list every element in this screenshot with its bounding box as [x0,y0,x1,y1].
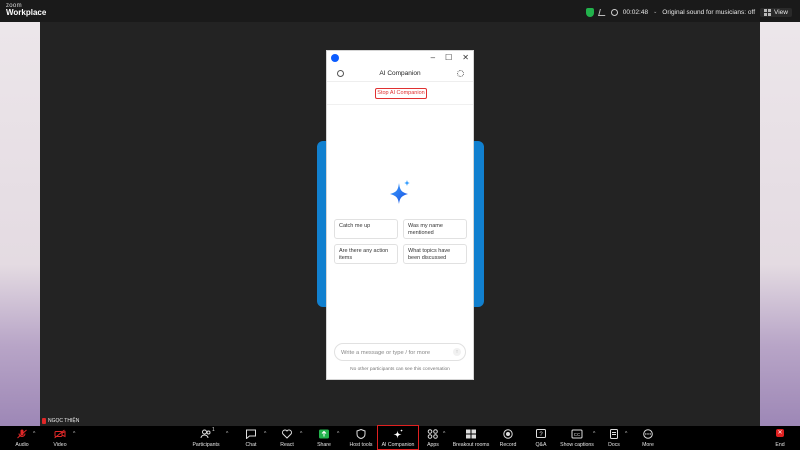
video-button[interactable]: Video [48,426,72,450]
react-options-caret[interactable]: ^ [300,431,302,437]
video-options-caret[interactable]: ^ [73,431,75,437]
share-options-caret[interactable]: ^ [337,431,339,437]
ai-companion-window: – ☐ ✕ AI Companion Stop AI Companion Cat… [326,50,474,380]
qa-icon: ? [536,429,546,438]
record-icon [503,429,513,439]
react-label: React [280,442,294,448]
breakout-rooms-button[interactable]: Breakout rooms [452,426,490,450]
video-off-icon [54,429,66,439]
end-icon[interactable]: ✕ [776,429,784,437]
docs-icon [610,429,618,439]
cc-icon: CC [571,429,583,439]
share-icon [319,429,329,439]
participants-count: 1 [212,427,215,433]
qa-button[interactable]: ? Q&A [530,426,552,450]
sparkle-icon [390,180,410,204]
chat-button[interactable]: Chat [240,426,262,450]
chat-label: Chat [245,442,257,448]
maximize-button[interactable]: ☐ [445,52,452,64]
grid-icon [764,8,772,16]
participants-options-caret[interactable]: ^ [226,431,228,437]
settings-icon[interactable] [457,70,464,77]
view-label: View [774,8,788,16]
participants-label: Participants [192,442,220,448]
apps-button[interactable]: Apps [423,426,443,450]
window-titlebar: – ☐ ✕ [327,51,473,65]
apps-icon [427,429,438,439]
video-label: Video [53,442,67,448]
audio-button[interactable]: Audio [10,426,34,450]
send-icon[interactable]: ↑ [453,348,461,356]
docs-button[interactable]: Docs [603,426,625,450]
share-label: Share [317,442,331,448]
heart-icon [282,429,292,439]
suggestion-chip[interactable]: Was my name mentioned [403,219,467,239]
security-shield-icon[interactable] [585,7,594,17]
show-captions-button[interactable]: CC Show captions [558,426,596,450]
chat-options-caret[interactable]: ^ [264,431,266,437]
apps-label: Apps [427,442,439,448]
mic-muted-icon [42,418,46,424]
host-tools-button[interactable]: Host tools [346,426,376,450]
record-button[interactable]: Record [496,426,520,450]
suggestion-chip[interactable]: Catch me up [334,219,398,239]
participants-button[interactable]: 1 Participants [190,426,222,450]
zoom-workplace-logo: zoom Workplace [6,3,46,17]
meeting-status: 00:02:48 ⌄ Original sound for musicians:… [585,6,792,18]
more-button[interactable]: More [637,426,659,450]
chat-icon [246,429,256,439]
suggestion-chip[interactable]: Are there any action items [334,244,398,264]
shield-icon [356,429,366,439]
react-button[interactable]: React [276,426,298,450]
music-icon [597,8,607,16]
share-button[interactable]: Share [313,426,335,450]
view-button[interactable]: View [760,7,792,17]
self-video-background-left [0,22,40,426]
participant-name: NGỌC THIỆN [48,418,80,424]
breakout-rooms-label: Breakout rooms [452,442,490,448]
meeting-timer: 00:02:48 [622,8,649,16]
chevron-down-icon[interactable]: ⌄ [653,9,657,15]
stop-ai-companion-button[interactable]: Stop AI Companion [375,88,427,99]
mic-muted-icon [17,429,27,439]
docs-label: Docs [608,442,620,448]
more-label: More [642,442,654,448]
top-bar: zoom Workplace 00:02:48 ⌄ Original sound… [0,0,800,22]
close-button[interactable]: ✕ [462,52,469,64]
record-label: Record [499,442,517,448]
window-controls: – ☐ ✕ [431,52,469,64]
apps-options-caret[interactable]: ^ [443,431,445,437]
audio-options-caret[interactable]: ^ [33,431,35,437]
svg-text:CC: CC [574,432,581,437]
companion-title: AI Companion [379,70,421,77]
more-icon [643,429,653,439]
divider [327,104,473,105]
brand-line-2: Workplace [6,8,47,17]
qa-label: Q&A [535,442,547,448]
original-sound-status[interactable]: Original sound for musicians: off [662,9,755,16]
ai-companion-highlight [377,425,419,450]
host-tools-label: Host tools [349,442,373,448]
zoom-logo-icon [331,54,339,62]
participant-name-tag: NGỌC THIỆN [42,418,79,424]
suggestion-chip[interactable]: What topics have been discussed [403,244,467,264]
captions-options-caret[interactable]: ^ [593,431,595,437]
companion-header: AI Companion [327,66,473,82]
participants-icon [200,429,211,439]
message-box[interactable]: ↑ [334,343,466,361]
self-video-background-right [760,22,800,426]
show-captions-label: Show captions [560,442,594,448]
privacy-notice: No other participants can see this conve… [350,367,450,372]
end-label: End [775,442,785,448]
minimize-button[interactable]: – [431,52,435,64]
message-input[interactable] [341,348,449,357]
docs-options-caret[interactable]: ^ [625,431,627,437]
breakout-icon [466,429,476,439]
audio-label: Audio [15,442,29,448]
clock-icon [610,8,618,16]
